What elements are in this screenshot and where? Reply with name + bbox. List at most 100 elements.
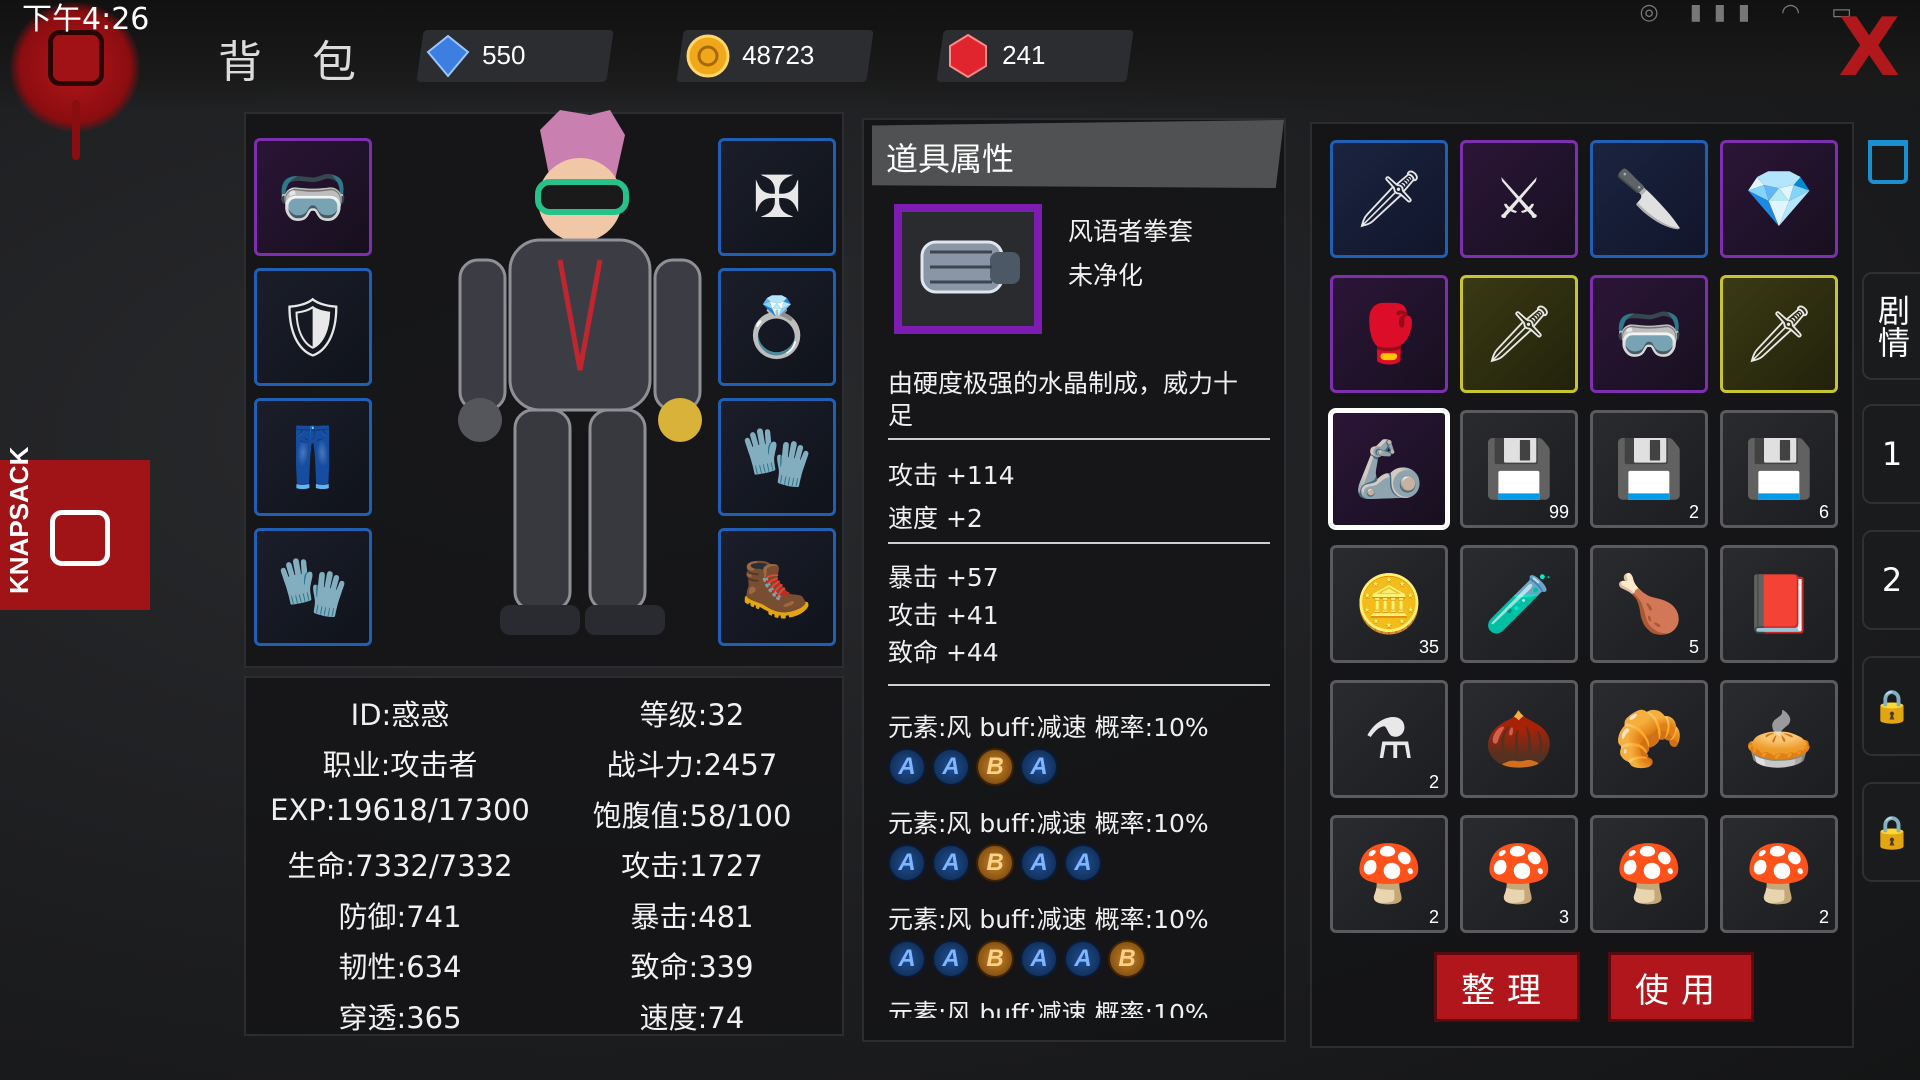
inventory-slot[interactable]: 🥊 xyxy=(1330,275,1448,393)
equip-slot-ring[interactable]: 💍 xyxy=(718,268,836,386)
tab-story[interactable]: 剧情 xyxy=(1862,272,1920,380)
base-stat: 攻击 +114 xyxy=(888,461,1015,490)
inventory-slot[interactable]: 💾 6 xyxy=(1720,410,1838,528)
equip-slot-necklace[interactable]: ✠ xyxy=(718,138,836,256)
chip-card-icon: 💾 xyxy=(1614,437,1684,502)
inventory-slot[interactable]: 🍄 xyxy=(1590,815,1708,933)
gold-gauntlet-icon: 🧤 xyxy=(276,552,350,621)
lock-icon: 🔒 xyxy=(1872,687,1912,725)
gloves-icon: 🧤 xyxy=(740,422,814,491)
ring-icon: 💍 xyxy=(740,292,814,361)
divider xyxy=(888,542,1270,544)
gem-a-icon: A xyxy=(888,844,926,882)
inventory-slot[interactable]: 🍄 2 xyxy=(1720,815,1838,933)
tab-locked-2[interactable]: 🔒 xyxy=(1862,782,1920,882)
stat-crit: 暴击:481 xyxy=(630,900,754,934)
inventory-slot[interactable]: 📕 xyxy=(1720,545,1838,663)
tab-locked-1[interactable]: 🔒 xyxy=(1862,656,1920,756)
gem-row: AABA xyxy=(888,748,1268,788)
knapsack-tab[interactable]: KNAPSACK xyxy=(0,447,150,610)
tab-page-1[interactable]: 1 xyxy=(1862,404,1920,504)
inventory-slot[interactable]: ⚗ 2 xyxy=(1330,680,1448,798)
gem-a-icon: A xyxy=(932,940,970,978)
item-count: 35 xyxy=(1418,637,1439,657)
backpack-icon xyxy=(50,510,110,566)
inventory-slot[interactable]: 🍗 5 xyxy=(1590,545,1708,663)
skull-chip-icon: 💾 xyxy=(1744,437,1814,502)
inventory-slot[interactable]: 🦾 xyxy=(1330,410,1448,528)
equip-slot-boots[interactable]: 🥾 xyxy=(718,528,836,646)
inventory-slot[interactable]: ⚔ xyxy=(1460,140,1578,258)
use-button[interactable]: 使用 xyxy=(1608,952,1754,1022)
stat-lethal: 致命:339 xyxy=(630,950,754,984)
inventory-slot[interactable]: 🪙 35 xyxy=(1330,545,1448,663)
buff-line-clip: 元素:风 buff:减速 概率:10% xyxy=(862,990,1286,1018)
currency-value: 550 xyxy=(482,40,526,70)
equip-slot-gauntlet[interactable]: 🧤 xyxy=(254,528,372,646)
stat-defense: 防御:741 xyxy=(338,900,462,934)
blue-mushroom-icon: 🍄 xyxy=(1744,842,1814,907)
stat-pierce: 穿透:365 xyxy=(338,1001,462,1035)
inventory-slot[interactable]: 🗡 xyxy=(1460,275,1578,393)
inventory-slot[interactable]: 💾 99 xyxy=(1460,410,1578,528)
gem-b-icon: B xyxy=(976,748,1014,786)
gem-a-icon: A xyxy=(932,844,970,882)
inventory-slot[interactable]: 🥧 xyxy=(1720,680,1838,798)
sort-button[interactable]: 整理 xyxy=(1434,952,1580,1022)
gem-b-icon: B xyxy=(976,940,1014,978)
potion-vial-icon: 🧪 xyxy=(1484,572,1554,637)
gem-a-icon: A xyxy=(932,748,970,786)
gem-a-icon: A xyxy=(888,748,926,786)
inventory-slot[interactable]: 🌰 xyxy=(1460,680,1578,798)
teal-mushroom-icon: 🍄 xyxy=(1354,842,1424,907)
green-goggles-icon: 🥽 xyxy=(1614,302,1684,367)
gem-b-icon: B xyxy=(1108,940,1146,978)
inventory-slot[interactable]: 🍄 2 xyxy=(1330,815,1448,933)
currency-ruby: 241 xyxy=(936,30,1134,82)
stat-attack: 攻击:1727 xyxy=(621,849,763,883)
golden-dagger-icon: 🗡 xyxy=(1353,167,1425,232)
extra-stat: 暴击 +57 xyxy=(888,563,999,592)
inventory-slot[interactable]: 💎 xyxy=(1720,140,1838,258)
red-crystal-icon xyxy=(949,33,987,79)
equip-slot-gloves[interactable]: 🧤 xyxy=(718,398,836,516)
inventory-slot[interactable]: 🗡 xyxy=(1330,140,1448,258)
trash-icon[interactable] xyxy=(1868,140,1908,184)
stat-speed: 速度:74 xyxy=(639,1001,745,1035)
stat-exp: EXP:19618/17300 xyxy=(270,793,530,827)
item-count: 99 xyxy=(1548,502,1569,522)
system-status-icons: ◎ ▮▮▮ ◠ ▭ xyxy=(1639,0,1864,25)
page-title: 背包 xyxy=(218,26,406,90)
stat-id: ID:惑惑 xyxy=(350,698,450,732)
buff-line: 元素:风 buff:减速 概率:10% xyxy=(888,713,1209,742)
inventory-slot[interactable]: 🔪 xyxy=(1590,140,1708,258)
inventory-slot[interactable]: 🍄 3 xyxy=(1460,815,1578,933)
golden-katana-icon: 🗡 xyxy=(1743,302,1815,367)
wind-gauntlet-icon: 🦾 xyxy=(1354,437,1424,502)
spiked-gauntlet-icon: 🥊 xyxy=(1354,302,1424,367)
book-icon: 📕 xyxy=(1744,572,1814,637)
item-description-line: 足 xyxy=(888,401,914,430)
item-count: 3 xyxy=(1558,907,1569,927)
currency-value: 48723 xyxy=(742,40,815,70)
buff-line: 元素:风 buff:减速 概率:10% xyxy=(888,809,1209,838)
divider xyxy=(888,438,1270,440)
item-count: 2 xyxy=(1428,907,1439,927)
inventory-slot[interactable]: 🥐 xyxy=(1590,680,1708,798)
blue-diamond-icon xyxy=(426,34,470,78)
item-count: 5 xyxy=(1688,637,1699,657)
cross-necklace-icon: ✠ xyxy=(752,163,802,231)
green-goggles-icon: 🥽 xyxy=(276,162,350,231)
equip-slot-armor[interactable]: 🛡 xyxy=(254,268,372,386)
equip-slot-goggles[interactable]: 🥽 xyxy=(254,138,372,256)
inventory-slot[interactable]: 💾 2 xyxy=(1590,410,1708,528)
crystal-gauntlet-icon: 💎 xyxy=(1744,167,1814,232)
inventory-slot[interactable]: 🥽 xyxy=(1590,275,1708,393)
close-button[interactable]: X xyxy=(1838,8,1900,88)
blood-drip xyxy=(72,100,80,160)
tab-page-2[interactable]: 2 xyxy=(1862,530,1920,630)
equip-slot-pants[interactable]: 👖 xyxy=(254,398,372,516)
inventory-slot[interactable]: 🧪 xyxy=(1460,545,1578,663)
item-state: 未净化 xyxy=(1068,261,1144,290)
inventory-slot[interactable]: 🗡 xyxy=(1720,275,1838,393)
